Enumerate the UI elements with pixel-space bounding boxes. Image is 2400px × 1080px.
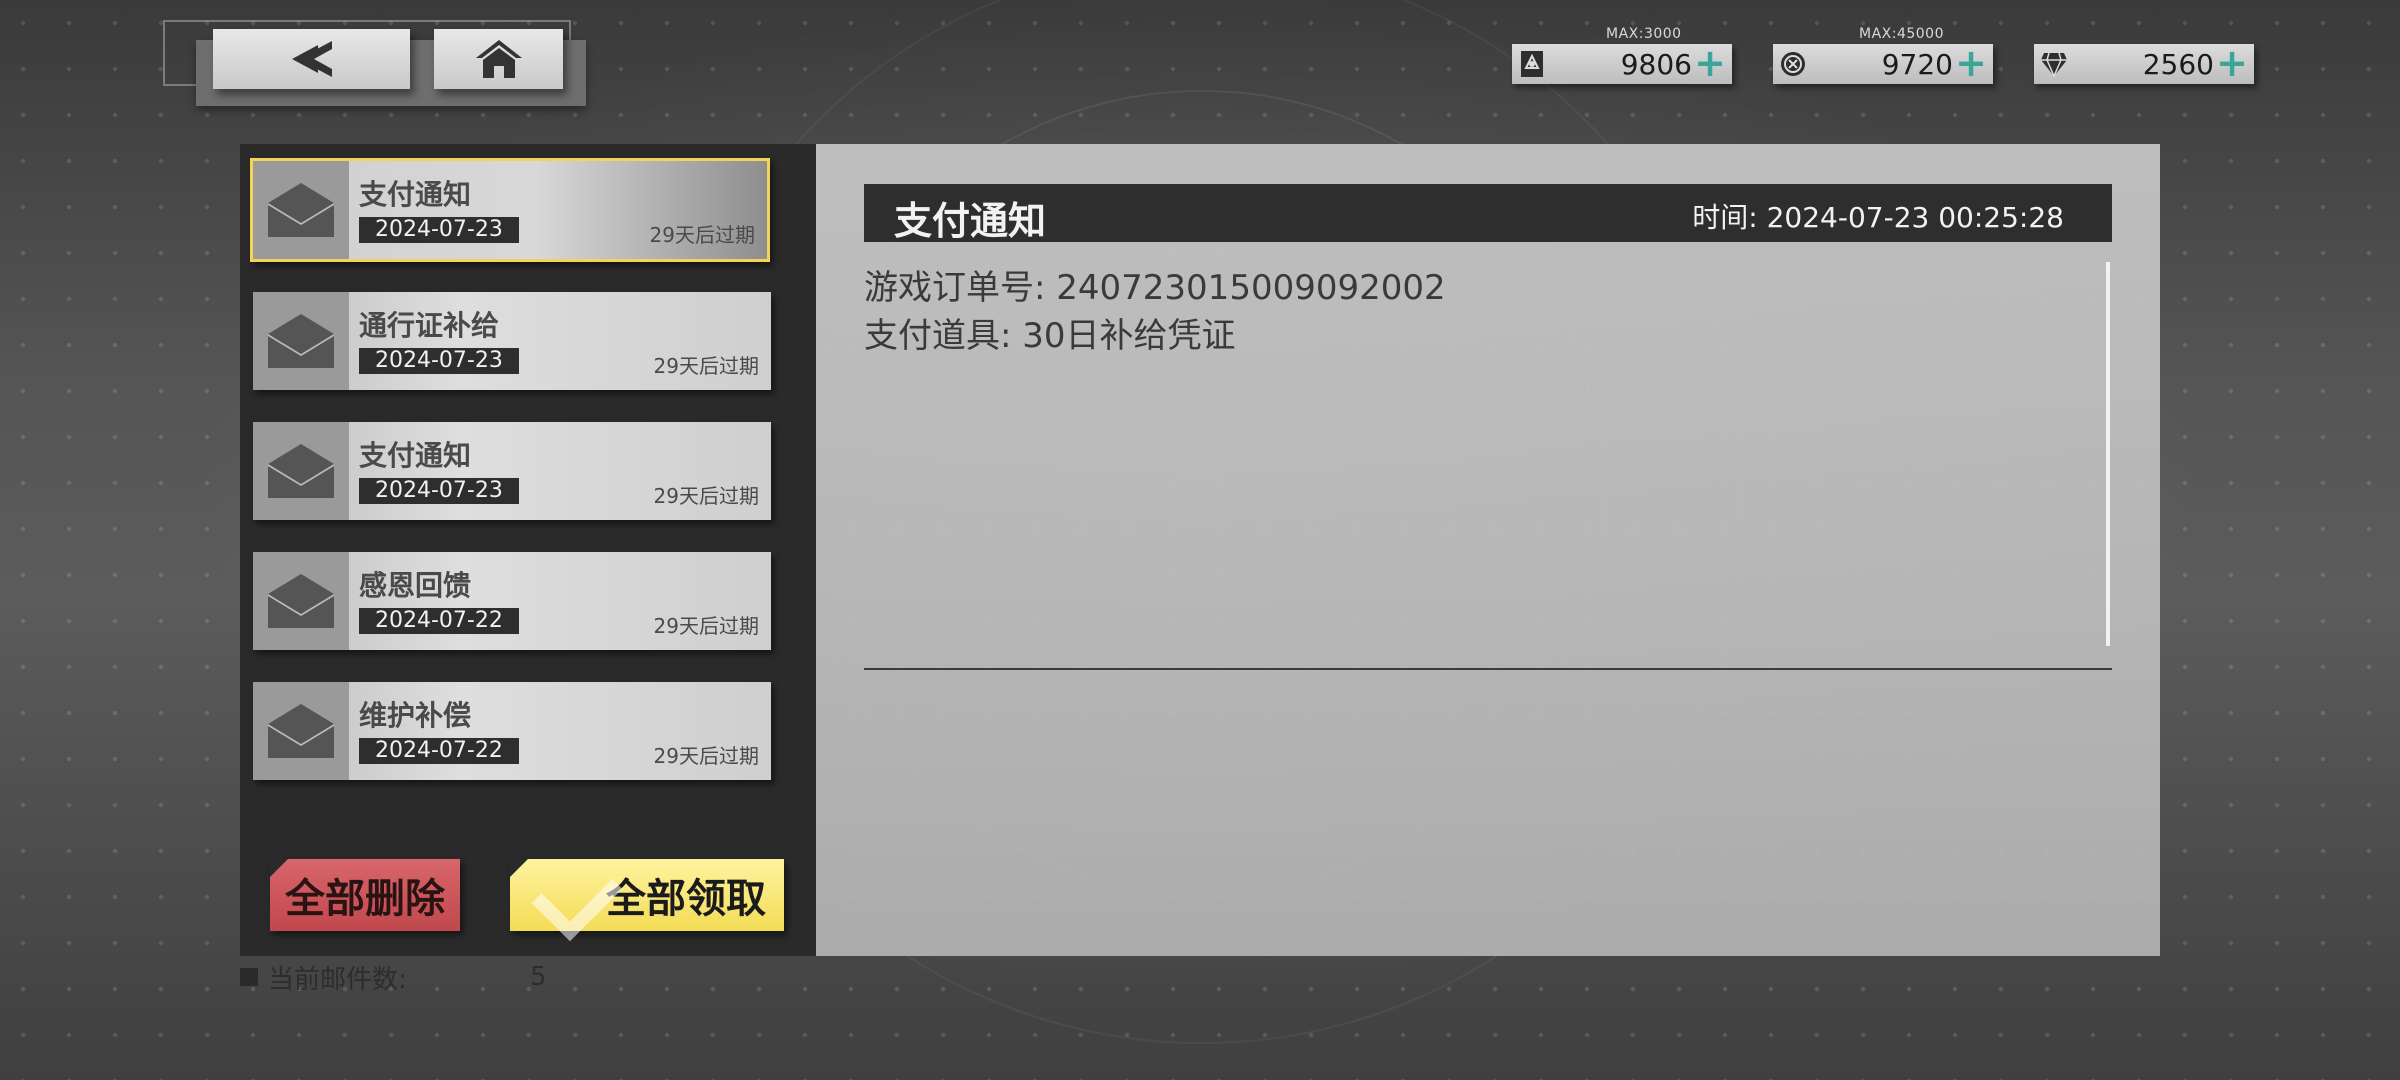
mail-item[interactable]: 通行证补给 2024-07-23 29天后过期	[253, 292, 771, 390]
home-button[interactable]	[434, 29, 563, 89]
check-icon	[531, 850, 623, 942]
currency-coin: MAX:45000 9720 +	[1773, 26, 1993, 84]
add-coin-button[interactable]: +	[1955, 44, 1987, 82]
currency-ticket: MAX:3000 9806 +	[1512, 26, 1732, 84]
button-corner-decoration	[270, 859, 288, 877]
mail-detail-panel: 支付通知 时间: 2024-07-23 00:25:28 游戏订单号: 2407…	[816, 144, 2160, 956]
mail-count-label: 当前邮件数:	[268, 964, 407, 995]
envelope-icon	[253, 682, 349, 780]
currency-max-label: MAX:3000	[1606, 26, 1682, 42]
ticket-icon	[1518, 50, 1546, 78]
mail-title: 支付通知	[359, 178, 472, 211]
mail-date: 2024-07-23	[359, 348, 519, 374]
mail-expiry: 29天后过期	[649, 223, 755, 247]
mail-expiry: 29天后过期	[653, 354, 759, 378]
claim-all-button[interactable]: 全部领取	[510, 850, 784, 942]
diamond-icon	[2040, 50, 2068, 78]
mail-count-row: 当前邮件数: 5	[240, 962, 547, 995]
coin-icon	[1779, 50, 1807, 78]
mail-title: 感恩回馈	[359, 569, 472, 602]
mail-date: 2024-07-22	[359, 738, 519, 764]
mail-date: 2024-07-23	[359, 478, 519, 504]
currency-max-label: MAX:45000	[1859, 26, 1944, 42]
detail-body: 游戏订单号: 240723015009092002 支付道具: 30日补给凭证	[864, 264, 1446, 360]
mail-item[interactable]: 支付通知 2024-07-23 29天后过期	[253, 422, 771, 520]
home-icon	[475, 40, 522, 78]
detail-divider	[864, 668, 2112, 670]
mail-count-value: 5	[530, 962, 547, 992]
envelope-icon	[253, 161, 349, 259]
back-arrow-icon	[291, 41, 332, 77]
mail-item[interactable]: 感恩回馈 2024-07-22 29天后过期	[253, 552, 771, 650]
mail-list-panel: 支付通知 2024-07-23 29天后过期 通行证补给 2024-07-23 …	[240, 144, 816, 956]
currency-diamond: 2560 +	[2034, 44, 2254, 84]
square-bullet-icon	[240, 968, 258, 986]
mail-date: 2024-07-22	[359, 608, 519, 634]
back-button[interactable]	[213, 29, 410, 89]
mail-item[interactable]: 支付通知 2024-07-23 29天后过期	[250, 158, 770, 262]
currency-value: 9806	[1620, 48, 1692, 81]
detail-title: 支付通知	[894, 198, 1047, 243]
mail-title: 通行证补给	[359, 309, 500, 342]
mail-item[interactable]: 维护补偿 2024-07-22 29天后过期	[253, 682, 771, 780]
envelope-icon	[253, 422, 349, 520]
detail-scrollbar[interactable]	[2106, 262, 2110, 646]
detail-time: 时间: 2024-07-23 00:25:28	[1692, 201, 2064, 234]
mail-title: 维护补偿	[359, 699, 472, 732]
delete-all-button[interactable]: 全部删除	[270, 859, 460, 931]
mail-expiry: 29天后过期	[653, 614, 759, 638]
envelope-icon	[253, 552, 349, 650]
mail-title: 支付通知	[359, 439, 472, 472]
mail-date: 2024-07-23	[359, 217, 519, 243]
button-corner-decoration	[510, 859, 528, 877]
mail-expiry: 29天后过期	[653, 744, 759, 768]
currency-value: 2560	[2142, 48, 2214, 81]
delete-all-label: 全部删除	[285, 875, 445, 922]
claim-all-label: 全部领取	[606, 875, 766, 922]
detail-header: 支付通知 时间: 2024-07-23 00:25:28	[864, 184, 2112, 243]
add-diamond-button[interactable]: +	[2216, 44, 2248, 82]
payment-item-line: 支付道具: 30日补给凭证	[864, 316, 1236, 356]
mail-expiry: 29天后过期	[653, 484, 759, 508]
order-number-line: 游戏订单号: 240723015009092002	[864, 268, 1446, 308]
envelope-icon	[253, 292, 349, 390]
currency-value: 9720	[1881, 48, 1953, 81]
add-ticket-button[interactable]: +	[1694, 44, 1726, 82]
